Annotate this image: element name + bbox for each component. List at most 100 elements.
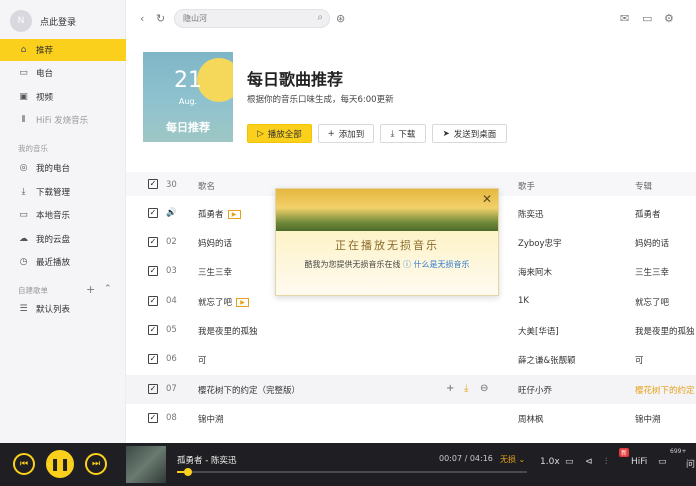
song-title[interactable]: 就忘了吧 ▶ [198, 296, 250, 308]
song-title[interactable]: 可 [198, 354, 207, 366]
album-name[interactable]: 妈妈的话 [635, 237, 669, 249]
singer-name[interactable]: 陈奕迅 [518, 208, 544, 220]
sidebar-item-recommend[interactable]: ⌂ 推荐 [0, 39, 126, 61]
table-row[interactable]: ✓ 06 可 薛之谦&张靓颖 可 [126, 345, 696, 374]
sidebar-item-radio[interactable]: ▭ 电台 [0, 62, 126, 84]
row-checkbox[interactable]: ✓ [148, 296, 158, 306]
table-row[interactable]: ✓ 07 樱花树下的约定（完整版） + ⤓ ⊖ 旺仔小乔 樱花树下的约定 [126, 375, 696, 404]
lossless-help-link[interactable]: 什么是无损音乐 [414, 260, 470, 269]
sidebar-item-local-music[interactable]: ▭ 本地音乐 [0, 204, 126, 226]
speed-control[interactable]: 1.0x [540, 457, 560, 467]
song-title[interactable]: 锦中溯 [198, 413, 224, 425]
send-to-desktop-button[interactable]: ➤ 发送到桌面 [432, 124, 507, 143]
song-title[interactable]: 樱花树下的约定（完整版） [198, 384, 300, 396]
settings-icon[interactable]: ⚙ [664, 12, 674, 25]
search-box[interactable]: ⌕ [174, 9, 330, 28]
play-all-button[interactable]: ▷ 播放全部 [247, 124, 312, 143]
table-row[interactable]: ✓ 08 锦中溯 周林枫 锦中溯 [126, 404, 696, 433]
singer-name[interactable]: 大美[华语] [518, 325, 559, 337]
search-icon[interactable]: ⌕ [317, 12, 323, 23]
sidebar-item-cloud[interactable]: ☁ 我的云盘 [0, 228, 126, 250]
row-checkbox[interactable]: ✓ [148, 384, 158, 394]
row-checkbox[interactable]: ✓ [148, 208, 158, 218]
next-button[interactable]: ⏭ [85, 453, 107, 475]
new-badge: 新 [619, 448, 630, 457]
close-icon[interactable]: ✕ [482, 192, 492, 206]
popup-title: 正在播放无损音乐 [335, 239, 439, 252]
header-singer[interactable]: 歌手 [518, 180, 535, 192]
refresh-icon[interactable]: ↻ [156, 12, 165, 25]
song-title[interactable]: 三生三幸 [198, 266, 232, 278]
add-to-button[interactable]: + 添加到 [318, 124, 374, 143]
album-name[interactable]: 我是夜里的孤独 [635, 325, 695, 337]
singer-name[interactable]: 周林枫 [518, 413, 544, 425]
login-area[interactable]: N 点此登录 [10, 10, 76, 32]
comment-count: 699+ [670, 448, 687, 455]
sidebar-item-video[interactable]: ▣ 视频 [0, 86, 126, 108]
login-link[interactable]: 点此登录 [40, 15, 76, 28]
volume-icon[interactable]: ⊲ [585, 457, 593, 467]
select-all-checkbox[interactable]: ✓ [148, 179, 158, 189]
add-icon[interactable]: + [446, 383, 454, 394]
row-checkbox[interactable]: ✓ [148, 266, 158, 276]
row-number: 04 [166, 296, 177, 306]
row-checkbox[interactable]: ✓ [148, 237, 158, 247]
now-playing-cover[interactable] [126, 446, 166, 483]
avatar[interactable]: N [10, 10, 32, 32]
album-name[interactable]: 三生三幸 [635, 266, 669, 278]
progress-bar[interactable] [177, 468, 527, 476]
search-input[interactable] [175, 10, 305, 27]
comment-icon[interactable]: ▭ [658, 457, 667, 467]
row-checkbox[interactable]: ✓ [148, 325, 158, 335]
album-name[interactable]: 孤勇者 [635, 208, 661, 220]
help-icon[interactable]: ⓘ [403, 260, 411, 269]
lyrics-icon[interactable]: ▭ [565, 457, 574, 467]
singer-name[interactable]: 海来阿木 [518, 266, 552, 278]
singer-name[interactable]: 旺仔小乔 [518, 384, 552, 396]
mv-icon[interactable]: ▶ [236, 298, 250, 307]
listen-recognize-icon[interactable]: ⊛ [336, 12, 345, 25]
download-icon[interactable]: ⤓ [464, 383, 468, 394]
sidebar-item-recent[interactable]: ◷ 最近播放 [0, 251, 126, 273]
row-checkbox[interactable]: ✓ [148, 413, 158, 423]
sidebar-item-hifi[interactable]: ⫴ HiFi 发烧音乐 [0, 109, 126, 131]
row-checkbox[interactable]: ✓ [148, 354, 158, 364]
album-name[interactable]: 就忘了吧 [635, 296, 669, 308]
my-music-section-title: 我的音乐 [18, 144, 48, 153]
progress-handle[interactable] [183, 468, 192, 476]
singer-name[interactable]: 薛之谦&张靓颖 [518, 354, 576, 366]
pause-button[interactable]: ❚❚ [46, 450, 74, 478]
message-icon[interactable]: ✉ [620, 12, 629, 25]
row-number: 08 [166, 413, 177, 423]
sidebar-item-my-radio[interactable]: ◎ 我的电台 [0, 157, 126, 179]
back-icon[interactable]: ‹ [140, 12, 144, 25]
mv-icon[interactable]: ▶ [227, 210, 241, 219]
album-name[interactable]: 锦中溯 [635, 413, 661, 425]
download-icon: ⤓ [390, 128, 395, 139]
download-label: 下载 [398, 129, 416, 140]
effects-icon[interactable]: ⫶ [605, 457, 607, 467]
more-icon[interactable]: ⊖ [480, 383, 488, 394]
album-name[interactable]: 樱花树下的约定 [635, 384, 695, 396]
now-playing-title[interactable]: 孤勇者 - 陈奕迅 [177, 454, 236, 466]
chevron-up-icon[interactable]: ⌃ [104, 284, 112, 294]
header-album[interactable]: 专辑 [635, 180, 652, 192]
mini-mode-icon[interactable]: ▭ [642, 12, 652, 25]
page-subtitle: 根据你的音乐口味生成，每天6:00更新 [247, 95, 394, 105]
song-title[interactable]: 我是夜里的孤独 [198, 325, 258, 337]
song-title[interactable]: 孤勇者 ▶ [198, 208, 241, 220]
header-song[interactable]: 歌名 [198, 180, 215, 192]
sidebar-item-downloads[interactable]: ⤓ 下载管理 [0, 181, 126, 203]
previous-button[interactable]: ⏮ [13, 453, 35, 475]
singer-name[interactable]: 1K [518, 296, 529, 306]
table-row[interactable]: ✓ 05 我是夜里的孤独 大美[华语] 我是夜里的孤独 [126, 316, 696, 345]
album-name[interactable]: 可 [635, 354, 644, 366]
playlist-more[interactable]: 问 [686, 457, 695, 470]
quality-selector[interactable]: 无损 ⌄ [500, 454, 525, 465]
singer-name[interactable]: Zyboy忠宇 [518, 237, 561, 249]
sidebar-item-default-playlist[interactable]: ☰ 默认列表 [0, 298, 126, 320]
song-title[interactable]: 妈妈的话 [198, 237, 232, 249]
hifi-icon[interactable]: HiFi [631, 457, 647, 467]
plus-icon[interactable]: + [86, 283, 95, 296]
download-button[interactable]: ⤓ 下载 [380, 124, 426, 143]
